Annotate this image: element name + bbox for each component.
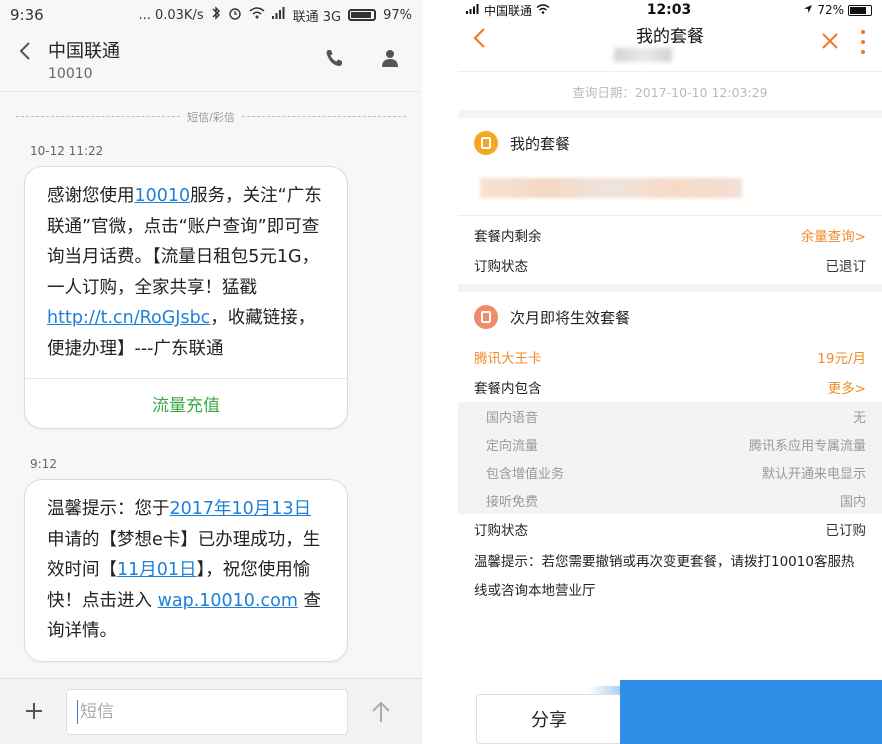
plan-screen: 中国联通 12:03 72% 我的套餐 查询日期：2017-10-10 12:0… xyxy=(458,0,882,744)
row-value: 已订购 xyxy=(825,523,867,539)
sms-input[interactable] xyxy=(79,701,347,722)
balance-query-link[interactable]: 余量查询> xyxy=(801,225,866,245)
contact-number: 10010 xyxy=(48,66,93,82)
status-bar: 中国联通 12:03 72% xyxy=(458,0,882,20)
message-link[interactable]: wap.10010.com xyxy=(158,591,298,611)
plus-icon[interactable] xyxy=(16,695,52,728)
carrier-label: 联通 3G xyxy=(292,9,342,25)
message-link[interactable]: 11月01日 xyxy=(117,560,197,580)
bluetooth-icon xyxy=(211,6,221,24)
share-button[interactable]: 分享 xyxy=(476,694,622,744)
sms-input-field[interactable] xyxy=(66,688,348,735)
status-time: 9:36 xyxy=(10,6,44,24)
section-header-my-plan: 我的套餐 xyxy=(458,118,882,168)
row-label: 套餐内包含 xyxy=(474,381,542,397)
message-text: 感谢您使用10010服务，关注“广东联通”官微，点击“账户查询”即可查询当月话费… xyxy=(25,167,347,378)
plan-price: 19元/月 xyxy=(817,351,866,367)
contact-person-icon[interactable] xyxy=(372,40,408,76)
query-date: 查询日期：2017-10-10 12:03:29 xyxy=(458,72,882,118)
row-label: 订购状态 xyxy=(474,523,528,539)
wifi-icon xyxy=(536,3,550,17)
plan-name: 腾讯大王卡 xyxy=(474,351,542,367)
blurred-subtitle xyxy=(614,48,672,62)
list-item: 定向流量 腾讯系应用专属流量 xyxy=(486,438,866,454)
close-icon[interactable] xyxy=(820,30,840,56)
reminder-text: 温馨提示：若您需要撤销或再次变更套餐，请拨打10010客服热线或咨询本地营业厅 xyxy=(474,554,855,599)
contact-name: 中国联通 xyxy=(48,41,120,62)
list-item: 接听免费 国内 xyxy=(486,494,866,510)
list-item: 包含增值业务 默认开通来电显示 xyxy=(486,466,866,482)
row-order-status: 订购状态 已订购 xyxy=(458,514,882,544)
network-speed: ... 0.03K/s xyxy=(138,7,204,23)
phone-icon[interactable] xyxy=(316,40,352,76)
battery-icon xyxy=(348,9,377,21)
row-order-status: 订购状态 已退订 xyxy=(458,250,882,280)
message-type-divider: 短信/彩信 xyxy=(16,106,406,126)
location-arrow-icon xyxy=(803,3,813,17)
message-link[interactable]: 10010 xyxy=(135,186,191,206)
back-arrow-icon[interactable] xyxy=(18,40,48,67)
row-label: 套餐内剩余 xyxy=(474,229,542,245)
message-timestamp: 9:12 xyxy=(30,457,57,471)
signal-icon xyxy=(466,3,480,17)
message-timestamp: 10-12 11:22 xyxy=(30,144,104,158)
status-time: 12:03 xyxy=(646,2,692,18)
message-text-run: 感谢您使用 xyxy=(47,186,135,206)
message-link[interactable]: http://t.cn/RoGJsbc xyxy=(47,308,210,328)
data-recharge-button[interactable]: 流量充值 xyxy=(25,378,347,428)
message-bubble: 感谢您使用10010服务，关注“广东联通”官微，点击“账户查询”即可查询当月话费… xyxy=(24,166,348,429)
sms-screen: 9:36 ... 0.03K/s 联通 3G 97% 中国联通 10010 短信… xyxy=(0,0,422,744)
section-header-next-month: 次月即将生效套餐 xyxy=(458,292,882,342)
text-caret xyxy=(77,699,78,724)
included-items: 国内语音 无 定向流量 腾讯系应用专属流量 包含增值业务 默认开通来电显示 接听… xyxy=(458,402,882,514)
carrier-label: 中国联通 xyxy=(484,3,533,18)
section-title: 我的套餐 xyxy=(510,134,571,153)
battery-icon xyxy=(847,4,872,16)
plan-card-icon xyxy=(474,305,498,329)
list-item: 国内语音 无 xyxy=(486,410,866,426)
message-text-run: 温馨提示：您于 xyxy=(47,499,170,519)
contact-info: 中国联通 10010 xyxy=(48,40,296,82)
wifi-icon xyxy=(249,7,265,23)
page-title: 我的套餐 xyxy=(636,27,704,47)
row-value: 已退订 xyxy=(825,259,867,275)
message-text: 温馨提示：您于2017年10月13日申请的【梦想e卡】已办理成功，生效时间【11… xyxy=(25,480,347,661)
section-gap xyxy=(458,284,882,292)
more-vertical-icon[interactable] xyxy=(860,30,866,54)
plan-card-icon xyxy=(474,131,498,155)
alarm-icon xyxy=(228,6,242,24)
row-remaining: 套餐内剩余 余量查询> xyxy=(458,220,882,250)
section-title: 次月即将生效套餐 xyxy=(510,308,631,327)
navigation-bar: 我的套餐 xyxy=(458,20,882,72)
signal-icon xyxy=(271,7,286,23)
message-bubble: 温馨提示：您于2017年10月13日申请的【梦想e卡】已办理成功，生效时间【11… xyxy=(24,479,348,662)
send-arrow-icon[interactable] xyxy=(366,697,396,727)
blue-button-panel[interactable] xyxy=(620,680,882,744)
battery-percent: 97% xyxy=(383,7,412,23)
row-included: 套餐内包含 更多> xyxy=(458,372,882,402)
pixelated-plan-name xyxy=(458,168,882,216)
message-link[interactable]: 2017年10月13日 xyxy=(170,499,312,519)
conversation-header: 中国联通 10010 xyxy=(0,30,422,92)
row-plan-name: 腾讯大王卡 19元/月 xyxy=(458,342,882,372)
divider-label: 短信/彩信 xyxy=(181,109,241,125)
status-bar: 9:36 ... 0.03K/s 联通 3G 97% xyxy=(0,0,422,30)
compose-bar xyxy=(0,678,422,744)
battery-percent: 72% xyxy=(817,3,844,17)
row-label: 订购状态 xyxy=(474,259,528,275)
more-link[interactable]: 更多> xyxy=(828,377,866,397)
